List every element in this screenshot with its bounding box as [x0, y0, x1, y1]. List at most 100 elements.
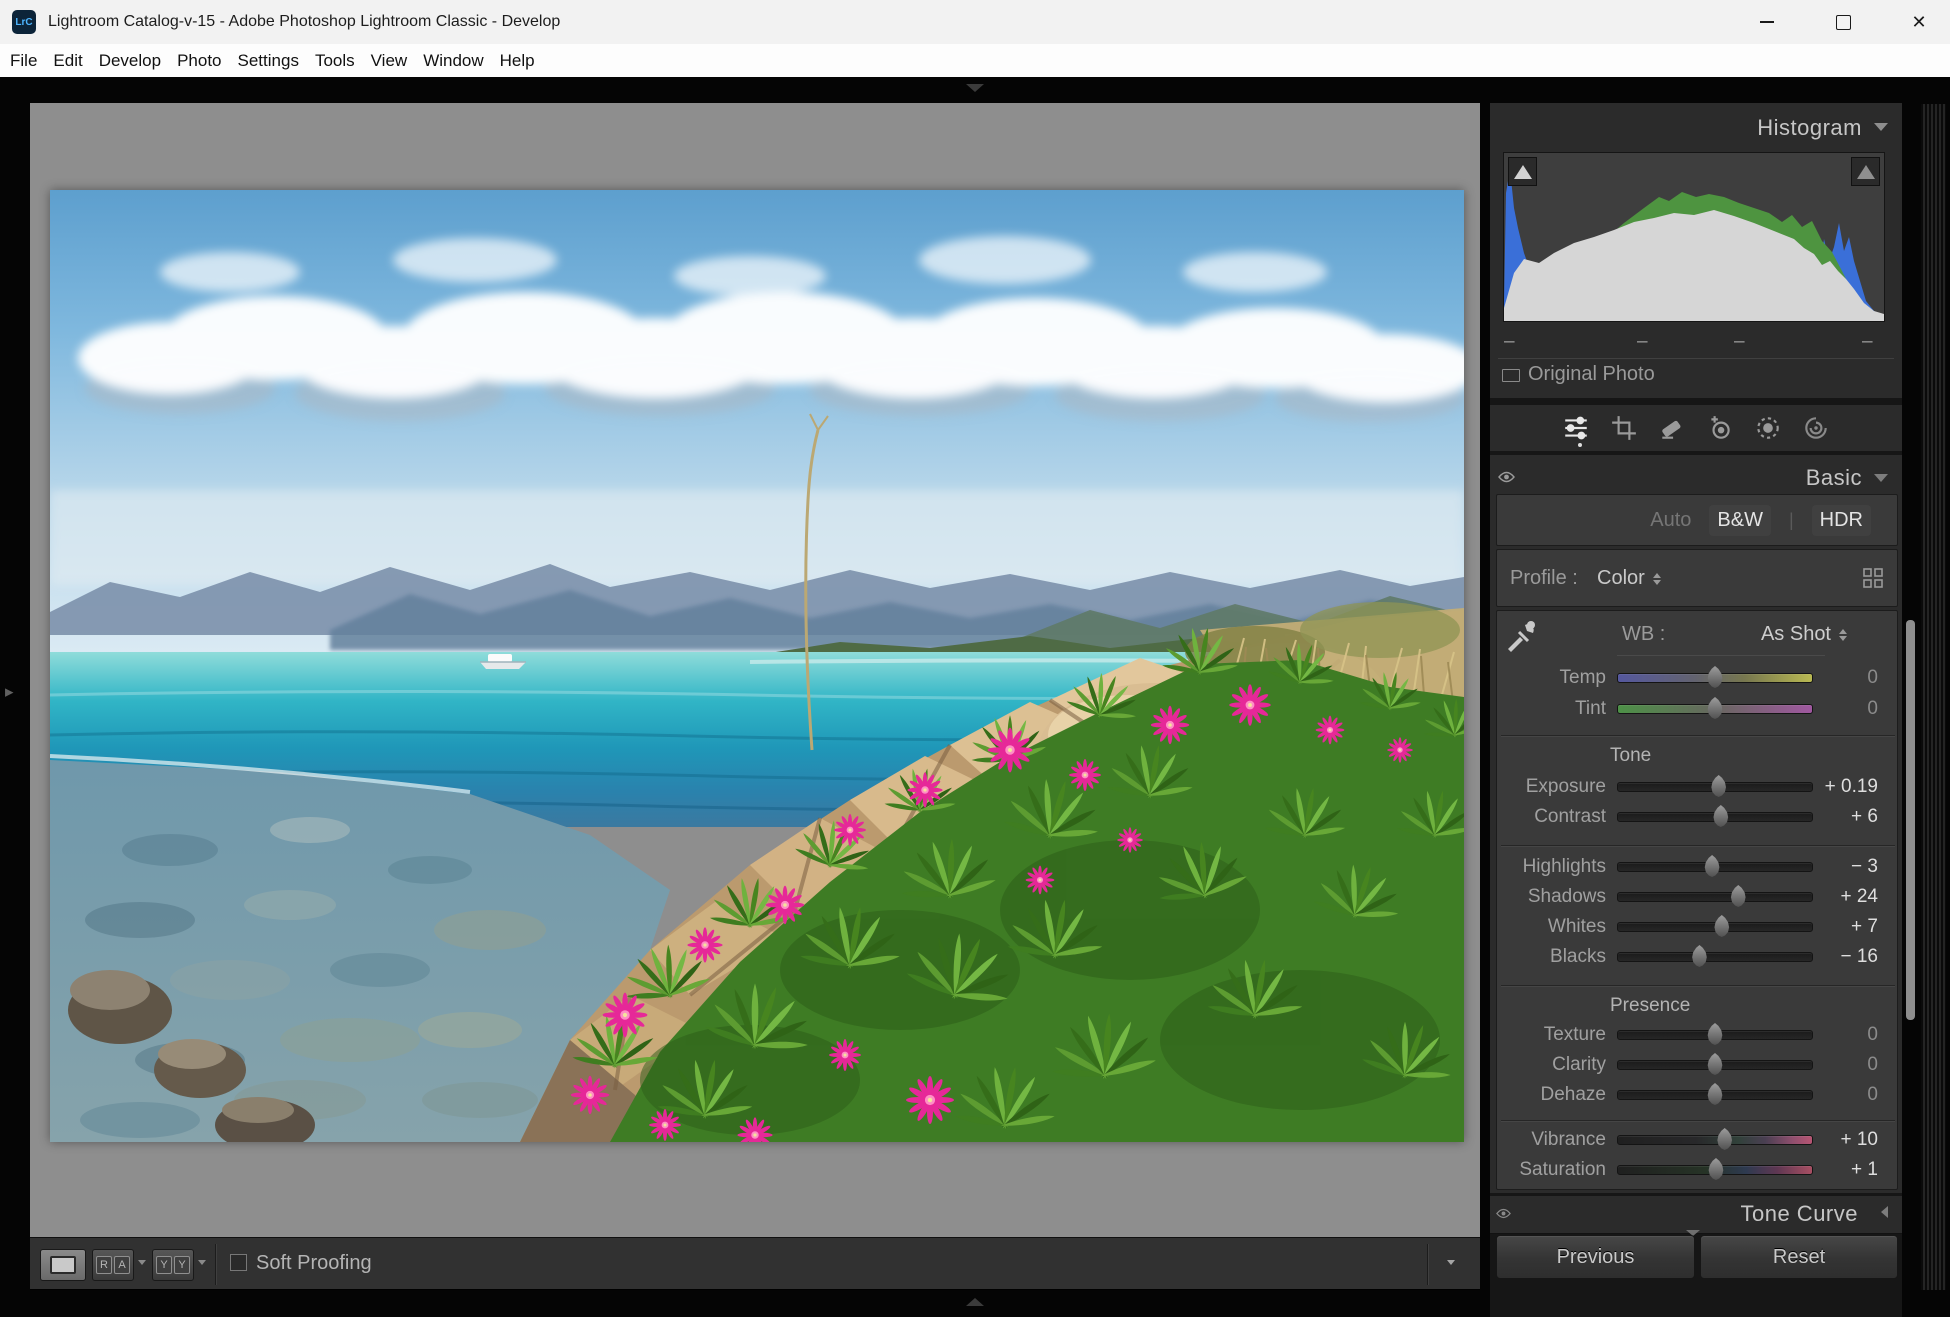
slider-exposure-value[interactable]: + 0.19 [1794, 776, 1878, 798]
lens-effects-icon[interactable] [1802, 414, 1830, 442]
photo-preview[interactable] [50, 190, 1464, 1142]
panel-scrollbar-thumb[interactable] [1906, 620, 1915, 1020]
histogram-panel-title[interactable]: Histogram [1757, 115, 1862, 141]
wb-dropdown[interactable]: As Shot [1761, 623, 1847, 646]
menu-help[interactable]: Help [492, 51, 543, 71]
maximize-button[interactable] [1812, 0, 1874, 44]
panel-edge-grip[interactable] [1921, 104, 1946, 1290]
red-eye-icon[interactable] [1706, 414, 1734, 442]
slider-vibrance-value[interactable]: + 10 [1794, 1129, 1878, 1151]
slider-exposure-label[interactable]: Exposure [1497, 776, 1606, 798]
previous-button[interactable]: Previous [1496, 1235, 1695, 1279]
slider-saturation-label[interactable]: Saturation [1497, 1159, 1606, 1181]
slider-whites-label[interactable]: Whites [1497, 916, 1606, 938]
bw-button[interactable]: B&W [1709, 505, 1771, 536]
menu-develop[interactable]: Develop [91, 51, 169, 71]
slider-texture-track[interactable] [1617, 1030, 1813, 1040]
slider-clarity-label[interactable]: Clarity [1497, 1054, 1606, 1076]
slider-dehaze-knob[interactable] [1707, 1083, 1724, 1105]
tone-curve-eye-icon[interactable] [1496, 1208, 1511, 1219]
slider-shadows-value[interactable]: + 24 [1794, 886, 1878, 908]
slider-saturation-value[interactable]: + 1 [1794, 1159, 1878, 1181]
histogram-display[interactable] [1503, 152, 1885, 322]
compare-view-dropdown[interactable] [138, 1260, 146, 1265]
slider-blacks-track[interactable] [1617, 952, 1813, 962]
slider-texture-label[interactable]: Texture [1497, 1024, 1606, 1046]
profile-browser-icon[interactable] [1863, 568, 1883, 588]
slider-highlights-label[interactable]: Highlights [1497, 856, 1606, 878]
slider-temp-value[interactable]: 0 [1794, 667, 1878, 689]
auto-button[interactable]: Auto [1650, 509, 1691, 532]
basic-collapse-icon[interactable] [1874, 474, 1888, 482]
slider-highlights-value[interactable]: − 3 [1794, 856, 1878, 878]
close-button[interactable]: ✕ [1888, 0, 1950, 44]
slider-saturation-track[interactable] [1617, 1165, 1813, 1175]
tone-curve-solo-icon[interactable] [1881, 1206, 1888, 1218]
histogram-collapse-icon[interactable] [1874, 123, 1888, 131]
slider-tint-track[interactable] [1617, 704, 1813, 714]
slider-texture-knob[interactable] [1707, 1023, 1724, 1045]
before-after-button[interactable]: Y Y [152, 1249, 194, 1281]
wb-eyedropper-icon[interactable] [1505, 617, 1539, 653]
compare-view-button[interactable]: R A [92, 1249, 134, 1281]
slider-vibrance-track[interactable] [1617, 1135, 1813, 1145]
reset-button[interactable]: Reset [1700, 1235, 1898, 1279]
profile-dropdown[interactable]: Color [1597, 567, 1661, 590]
crop-overlay-icon[interactable] [1610, 414, 1638, 442]
healing-icon[interactable] [1658, 414, 1686, 442]
slider-shadows-knob[interactable] [1730, 885, 1747, 907]
slider-blacks-label[interactable]: Blacks [1497, 946, 1606, 968]
soft-proofing-checkbox[interactable] [230, 1254, 247, 1271]
slider-dehaze-label[interactable]: Dehaze [1497, 1084, 1606, 1106]
bottom-panel-expand-arrow[interactable] [966, 1298, 984, 1306]
slider-contrast-label[interactable]: Contrast [1497, 806, 1606, 828]
slider-shadows-label[interactable]: Shadows [1497, 886, 1606, 908]
slider-clarity-value[interactable]: 0 [1794, 1054, 1878, 1076]
slider-dehaze-value[interactable]: 0 [1794, 1084, 1878, 1106]
slider-vibrance-knob[interactable] [1716, 1128, 1733, 1150]
before-after-dropdown[interactable] [198, 1260, 206, 1265]
menu-file[interactable]: File [2, 51, 45, 71]
hdr-button[interactable]: HDR [1812, 505, 1871, 536]
minimize-button[interactable] [1736, 0, 1798, 44]
menu-tools[interactable]: Tools [307, 51, 363, 71]
basic-panel-title[interactable]: Basic [1806, 465, 1862, 491]
edit-sliders-icon[interactable] [1562, 414, 1590, 442]
loupe-view-button[interactable] [40, 1249, 86, 1281]
masking-icon[interactable] [1754, 414, 1782, 442]
slider-exposure-track[interactable] [1617, 782, 1813, 792]
slider-exposure-knob[interactable] [1710, 775, 1727, 797]
left-panel-expand-arrow[interactable]: ▸ [5, 682, 14, 702]
slider-temp-track[interactable] [1617, 673, 1813, 683]
menu-window[interactable]: Window [415, 51, 491, 71]
slider-temp-knob[interactable] [1707, 666, 1724, 688]
slider-blacks-knob[interactable] [1691, 945, 1708, 967]
menu-settings[interactable]: Settings [230, 51, 307, 71]
slider-highlights-knob[interactable] [1704, 855, 1721, 877]
menu-view[interactable]: View [363, 51, 416, 71]
menu-edit[interactable]: Edit [45, 51, 90, 71]
slider-whites-track[interactable] [1617, 922, 1813, 932]
slider-whites-value[interactable]: + 7 [1794, 916, 1878, 938]
slider-tint-label[interactable]: Tint [1497, 698, 1606, 720]
tone-curve-panel-title[interactable]: Tone Curve [1740, 1201, 1858, 1227]
slider-tint-value[interactable]: 0 [1794, 698, 1878, 720]
slider-whites-knob[interactable] [1713, 915, 1730, 937]
basic-panel-eye-icon[interactable] [1498, 471, 1515, 483]
slider-contrast-knob[interactable] [1712, 805, 1729, 827]
slider-texture-value[interactable]: 0 [1794, 1024, 1878, 1046]
top-panel-collapse-arrow[interactable] [966, 84, 984, 92]
slider-contrast-track[interactable] [1617, 812, 1813, 822]
menu-photo[interactable]: Photo [169, 51, 229, 71]
highlight-clipping-button[interactable] [1851, 157, 1880, 186]
shadow-clipping-button[interactable] [1508, 157, 1537, 186]
slider-temp-label[interactable]: Temp [1497, 667, 1606, 689]
toolbar-content-dropdown[interactable] [1447, 1260, 1455, 1265]
slider-saturation-knob[interactable] [1707, 1158, 1724, 1180]
slider-clarity-knob[interactable] [1707, 1053, 1724, 1075]
slider-tint-knob[interactable] [1707, 697, 1724, 719]
slider-shadows-track[interactable] [1617, 892, 1813, 902]
slider-dehaze-track[interactable] [1617, 1090, 1813, 1100]
slider-vibrance-label[interactable]: Vibrance [1497, 1129, 1606, 1151]
slider-highlights-track[interactable] [1617, 862, 1813, 872]
